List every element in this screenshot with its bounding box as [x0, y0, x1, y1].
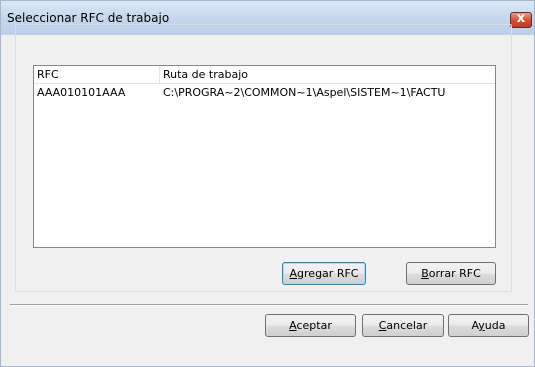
window-title: Seleccionar RFC de trabajo [7, 11, 170, 25]
cell-rfc: AAA010101AAA [37, 86, 126, 99]
borrar-label: orrar RFC [428, 267, 481, 280]
cell-ruta: C:\PROGRA~2\COMMON~1\Aspel\SISTEM~1\FACT… [163, 86, 446, 99]
agregar-accel: A [289, 267, 298, 280]
borrar-accel: B [421, 267, 429, 280]
aceptar-label: ceptar [296, 319, 332, 332]
cancelar-label: ancelar [386, 319, 428, 332]
cancelar-button[interactable]: Cancelar [362, 314, 444, 337]
column-header-ruta[interactable]: Ruta de trabajo [160, 66, 495, 83]
rfc-list[interactable]: RFC Ruta de trabajo AAA010101AAA C:\PROG… [33, 65, 496, 248]
separator [10, 304, 528, 306]
close-icon: x [516, 11, 526, 26]
ayuda-button[interactable]: Ayuda [448, 314, 529, 337]
list-row[interactable]: AAA010101AAA C:\PROGRA~2\COMMON~1\Aspel\… [34, 84, 495, 101]
agregar-rfc-button[interactable]: Agregar RFC [282, 262, 366, 285]
column-header-rfc[interactable]: RFC [34, 66, 160, 83]
close-button[interactable]: x [510, 11, 532, 28]
agregar-label: gregar RFC [297, 267, 359, 280]
list-header: RFC Ruta de trabajo [34, 66, 495, 84]
ayuda-label-post: uda [484, 319, 506, 332]
aceptar-button[interactable]: Aceptar [265, 314, 356, 337]
borrar-rfc-button[interactable]: Borrar RFC [406, 262, 496, 285]
